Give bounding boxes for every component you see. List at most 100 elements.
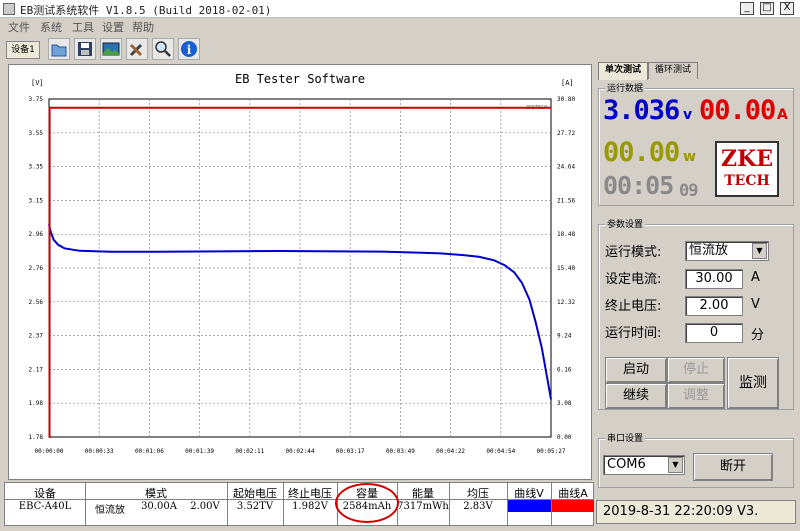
title-bar: EB测试系统软件 V1.8.5 (Build 2018-02-01) _ □ X xyxy=(0,0,800,18)
stop-button[interactable]: 停止 xyxy=(667,357,725,383)
chart-canvas: [V] [A] 3.75 3.55 3.35 3.15 2.96 2.76 2.56 2.37 2.… xyxy=(29,79,576,455)
chart-panel: EB Tester Software [V] [A] 3.75 3.55 3.35 3.1… xyxy=(8,64,592,480)
save-icon[interactable] xyxy=(74,38,96,60)
capacity-highlight-circle xyxy=(335,483,399,523)
cutoff-voltage-unit: V xyxy=(751,297,760,312)
device-tab[interactable]: 设备1 xyxy=(6,41,40,59)
y-tick-left: 2.56 xyxy=(29,299,44,306)
cell-device: EBC-A40L xyxy=(18,501,72,512)
open-folder-icon[interactable] xyxy=(48,38,70,60)
x-tick: 00:03:17 xyxy=(336,448,365,455)
header-device: 设备 xyxy=(34,487,56,500)
mode-select-value: 恒流放 xyxy=(689,243,729,258)
x-tick: 00:05:27 xyxy=(537,448,566,455)
time-seconds: 09 xyxy=(679,181,699,201)
continue-button[interactable]: 继续 xyxy=(605,383,667,409)
y-tick-left: 1.98 xyxy=(29,400,44,407)
current-setting-input[interactable]: 30.00 xyxy=(685,269,743,289)
adjust-button[interactable]: 调整 xyxy=(667,383,725,409)
status-bar: 2019-8-31 22:20:09 V3. xyxy=(596,500,796,524)
y-axis-left-label: [V] xyxy=(31,79,44,87)
toolbar: 设备1 i xyxy=(0,36,800,62)
y-tick-right: 9.24 xyxy=(557,333,572,340)
x-tick: 00:03:49 xyxy=(386,448,415,455)
logo-text-top: ZKE xyxy=(721,146,773,172)
voltage-unit: v xyxy=(683,107,693,123)
y-tick-right: 6.16 xyxy=(557,366,572,373)
status-version: V3. xyxy=(736,504,759,519)
info-icon[interactable]: i xyxy=(178,38,200,60)
tab-single-test[interactable]: 单次测试 xyxy=(598,62,648,80)
curve-v-swatch[interactable] xyxy=(508,500,551,512)
menu-system[interactable]: 系统 xyxy=(40,19,62,35)
x-tick: 00:01:39 xyxy=(185,448,214,455)
menu-bar: 文件 系统 工具 设置 帮助 xyxy=(0,18,800,34)
minimize-button[interactable]: _ xyxy=(740,2,754,15)
menu-tools[interactable]: 工具 xyxy=(72,19,94,35)
cell-set-voltage: 2.00V xyxy=(190,501,220,512)
x-tick: 00:01:06 xyxy=(135,448,164,455)
runtime-input[interactable]: 0 xyxy=(685,323,743,343)
cell-end-voltage: 1.982V xyxy=(292,501,328,512)
serial-label: 串口设置 xyxy=(605,431,646,444)
window-title: EB测试系统软件 V1.8.5 (Build 2018-02-01) xyxy=(20,4,272,17)
x-tick: 00:04:54 xyxy=(486,448,515,455)
chevron-down-icon[interactable]: ▼ xyxy=(752,243,767,259)
x-tick: 00:00:33 xyxy=(85,448,114,455)
header-energy: 能量 xyxy=(412,487,434,500)
maximize-button[interactable]: □ xyxy=(760,2,774,15)
mode-label: 运行模式: xyxy=(605,245,662,260)
current-unit: A xyxy=(777,107,788,123)
params-label: 参数设置 xyxy=(605,217,646,230)
menu-settings[interactable]: 设置 xyxy=(102,19,124,35)
y-tick-right: 3.08 xyxy=(557,400,572,407)
x-tick: 00:00:00 xyxy=(35,448,64,455)
header-avg-voltage: 均压 xyxy=(467,487,489,500)
y-axis-right-label: [A] xyxy=(561,79,574,87)
y-tick-right: 30.80 xyxy=(557,96,575,103)
run-data-label: 运行数据 xyxy=(605,81,646,94)
y-tick-right: 24.64 xyxy=(557,164,575,171)
x-tick: 00:02:11 xyxy=(235,448,264,455)
power-readout: 00.00 xyxy=(603,137,680,168)
cutoff-voltage-label: 终止电压: xyxy=(605,299,662,314)
x-tick: 00:04:22 xyxy=(436,448,465,455)
curve-a-swatch[interactable] xyxy=(552,500,594,512)
mode-select[interactable]: 恒流放 ▼ xyxy=(685,241,769,261)
voltage-readout: 3.036 xyxy=(603,95,680,126)
header-start-voltage: 起始电压 xyxy=(233,487,277,500)
time-readout: 00:05 xyxy=(603,171,674,200)
serial-group: 串口设置 COM6 ▼ 断开 xyxy=(598,431,794,488)
y-tick-left: 3.35 xyxy=(29,164,44,171)
y-tick-left: 2.96 xyxy=(29,231,44,238)
cutoff-voltage-input[interactable]: 2.00 xyxy=(685,296,743,316)
tools-icon[interactable] xyxy=(126,38,148,60)
start-button[interactable]: 启动 xyxy=(605,357,667,383)
y-tick-left: 2.17 xyxy=(29,366,44,373)
chevron-down-icon[interactable]: ▼ xyxy=(668,457,683,473)
app-icon xyxy=(3,3,15,15)
y-tick-right: 21.56 xyxy=(557,197,575,204)
menu-help[interactable]: 帮助 xyxy=(132,19,154,35)
svg-text:i: i xyxy=(187,43,192,57)
image-icon[interactable] xyxy=(100,38,122,60)
params-group: 参数设置 运行模式: 恒流放 ▼ 设定电流: 30.00 A 终止电压: 2.0… xyxy=(598,217,794,410)
zoom-icon[interactable] xyxy=(152,38,174,60)
status-datetime: 2019-8-31 22:20:09 xyxy=(603,504,733,519)
port-select[interactable]: COM6 ▼ xyxy=(603,455,685,475)
port-select-value: COM6 xyxy=(607,457,646,472)
logo-text-bottom: TECH xyxy=(724,173,770,189)
current-setting-unit: A xyxy=(751,270,760,285)
disconnect-button[interactable]: 断开 xyxy=(693,453,773,481)
cell-energy: 7317mWh xyxy=(397,501,449,512)
close-button[interactable]: X xyxy=(780,2,794,15)
monitor-button[interactable]: 监测 xyxy=(727,357,779,409)
y-tick-left: 3.75 xyxy=(29,96,44,103)
tab-loop-test[interactable]: 循环测试 xyxy=(648,62,698,79)
menu-file[interactable]: 文件 xyxy=(8,19,30,35)
right-panel: 单次测试 循环测试 运行数据 3.036 v 00.00 A 00.00 w 0… xyxy=(596,62,796,490)
current-setting-label: 设定电流: xyxy=(605,272,662,287)
header-mode: 模式 xyxy=(145,487,167,500)
runtime-label: 运行时间: xyxy=(605,326,662,341)
header-curve-v: 曲线V xyxy=(514,487,544,500)
